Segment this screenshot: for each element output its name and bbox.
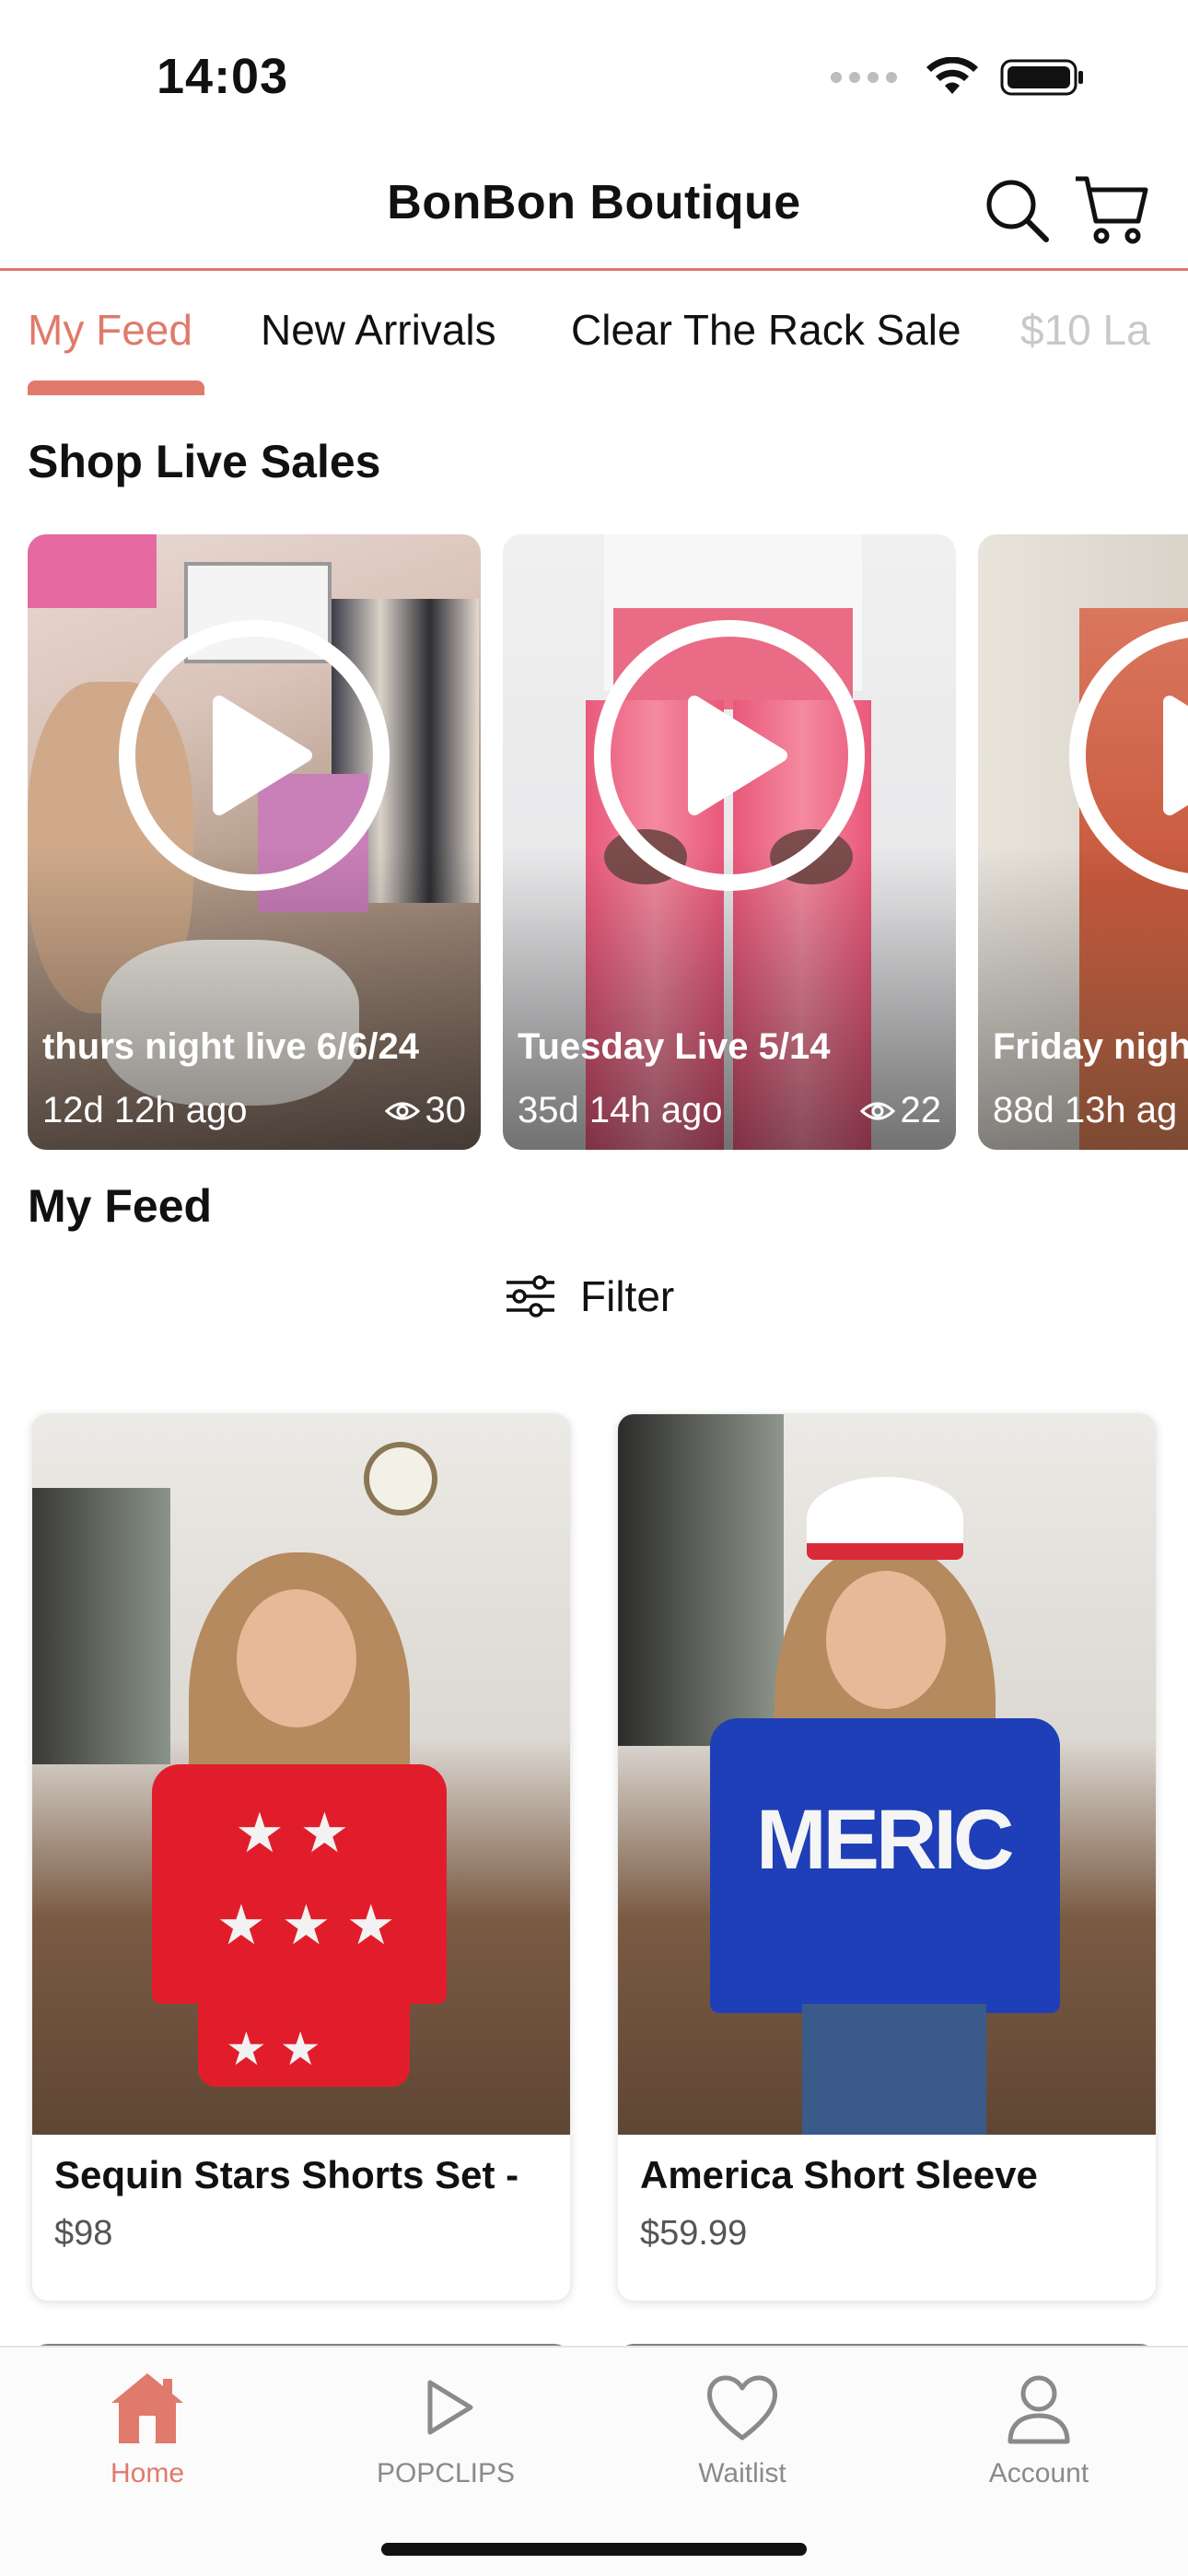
wall-clock <box>364 1442 437 1516</box>
eye-icon <box>384 1102 420 1119</box>
nav-home[interactable]: Home <box>37 2366 258 2489</box>
nav-popclips[interactable]: POPCLIPS <box>335 2366 556 2489</box>
active-tab-indicator <box>28 381 204 395</box>
cart-icon[interactable] <box>1072 170 1151 249</box>
nav-popclips-label: POPCLIPS <box>376 2458 516 2488</box>
live-sale-view-count: 30 <box>425 1090 467 1130</box>
app-header: BonBon Boutique <box>0 147 1188 271</box>
nav-waitlist-label: Waitlist <box>698 2458 786 2488</box>
play-icon <box>427 2380 473 2435</box>
play-icon[interactable] <box>116 617 392 894</box>
product-card[interactable]: MERIC America Short Sleeve $59.99 <box>617 1413 1157 2301</box>
status-bar: 14:03 <box>0 0 1188 147</box>
home-icon <box>111 2373 183 2443</box>
tab-10-dollar[interactable]: $10 La <box>1020 305 1150 355</box>
star-pattern: ★ ★ <box>235 1802 350 1864</box>
wifi-icon <box>926 57 978 94</box>
nav-account-label: Account <box>988 2458 1089 2488</box>
tab-my-feed[interactable]: My Feed <box>28 305 192 355</box>
star-pattern: ★ ★ <box>226 2023 321 2075</box>
tab-clear-the-rack-sale[interactable]: Clear The Rack Sale <box>571 305 961 355</box>
star-pattern: ★ ★ ★ <box>216 1894 396 1956</box>
america-lettering: MERIC <box>756 1793 1014 1887</box>
product-card[interactable]: ★ ★ ★ ★ ★ ★ ★ Sequin Stars Shorts Set - … <box>31 1413 571 2301</box>
jeans <box>802 2004 986 2135</box>
filter-label: Filter <box>580 1272 675 1320</box>
sliders-icon <box>507 1275 554 1317</box>
person-icon <box>1007 2375 1070 2444</box>
category-tabs: My Feed New Arrivals Clear The Rack Sale… <box>0 274 1188 408</box>
bottom-nav: Home POPCLIPS Waitlist Account <box>0 2346 1188 2576</box>
product-name: America Short Sleeve <box>640 2153 1038 2196</box>
live-sale-card[interactable]: thurs night live 6/6/24 12d 12h ago 30 <box>28 534 481 1150</box>
status-icons <box>831 57 1085 98</box>
window <box>618 1414 784 1746</box>
live-sale-age: 35d 14h ago <box>518 1090 723 1130</box>
product-image[interactable]: MERIC <box>618 1414 1156 2135</box>
live-sales-carousel[interactable]: thurs night live 6/6/24 12d 12h ago 30 T… <box>0 534 1188 1150</box>
live-sale-age: 12d 12h ago <box>42 1090 248 1130</box>
home-indicator[interactable] <box>381 2543 807 2556</box>
eye-icon <box>859 1102 895 1119</box>
product-price: $59.99 <box>640 2214 748 2253</box>
live-sale-title: thurs night live 6/6/24 <box>42 1026 420 1067</box>
nav-account[interactable]: Account <box>928 2366 1149 2489</box>
model-face <box>826 1571 946 1709</box>
product-image[interactable]: ★ ★ ★ ★ ★ ★ ★ <box>32 1414 570 2135</box>
filter-button[interactable]: Filter <box>505 1271 674 1321</box>
search-icon[interactable] <box>980 173 1054 247</box>
play-icon[interactable] <box>1066 617 1188 894</box>
tab-new-arrivals[interactable]: New Arrivals <box>261 305 496 355</box>
heart-icon <box>707 2375 777 2441</box>
live-sales-title: Shop Live Sales <box>28 436 381 487</box>
store-decor <box>28 534 157 608</box>
window <box>32 1488 170 1764</box>
live-sale-title: Friday nigh <box>993 1026 1188 1067</box>
live-sale-card[interactable]: Friday nigh 88d 13h ag <box>978 534 1188 1150</box>
live-sale-views: 30 <box>384 1090 467 1131</box>
feed-title: My Feed <box>28 1180 213 1232</box>
status-time: 14:03 <box>157 49 289 104</box>
model-face <box>237 1589 356 1727</box>
live-sale-views: 22 <box>859 1090 942 1131</box>
trucker-hat <box>807 1477 963 1560</box>
live-sale-card[interactable]: Tuesday Live 5/14 35d 14h ago 22 <box>503 534 956 1150</box>
nav-home-label: Home <box>110 2458 185 2488</box>
product-price: $98 <box>54 2214 113 2253</box>
nav-waitlist[interactable]: Waitlist <box>632 2366 853 2489</box>
signal-dots-icon <box>831 72 897 83</box>
live-sale-age: 88d 13h ag <box>993 1090 1178 1130</box>
live-sale-title: Tuesday Live 5/14 <box>518 1026 831 1067</box>
live-sale-view-count: 22 <box>900 1090 942 1130</box>
play-icon[interactable] <box>591 617 868 894</box>
battery-icon <box>1000 59 1083 96</box>
product-name: Sequin Stars Shorts Set - <box>54 2153 519 2196</box>
